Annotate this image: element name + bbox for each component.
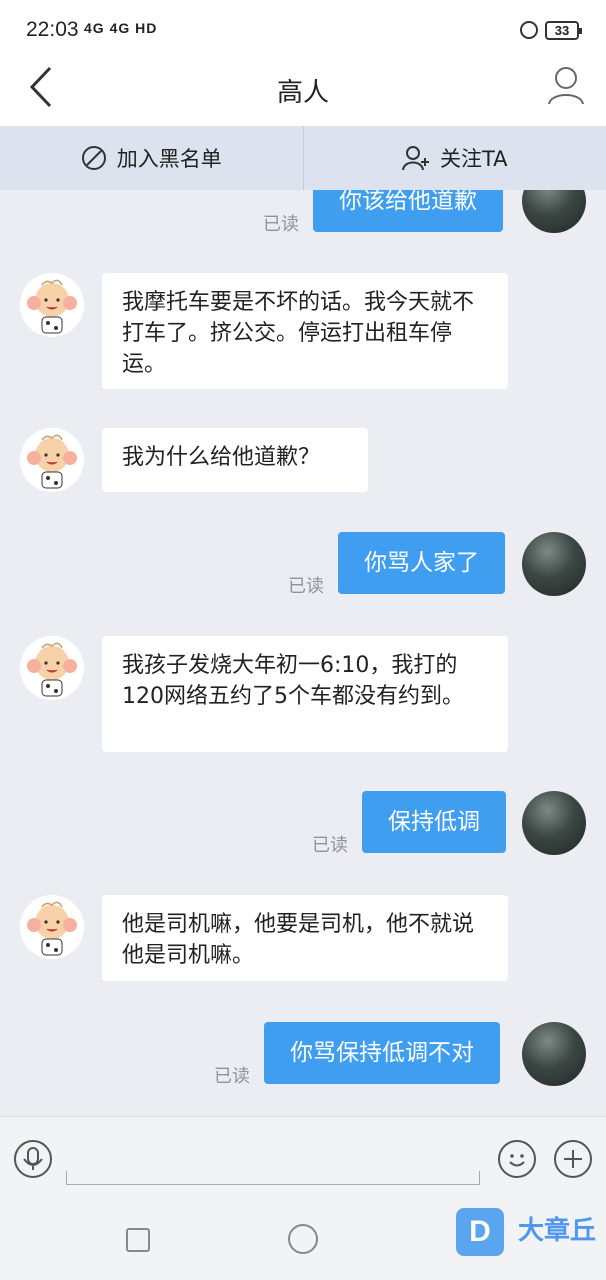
block-label: 加入黑名单	[116, 147, 222, 171]
contact-avatar[interactable]	[20, 895, 84, 959]
emoji-button[interactable]	[498, 1140, 536, 1178]
message-incoming: 我为什么给他道歉？	[0, 428, 606, 492]
follow-label: 关注TA	[439, 147, 508, 171]
message-bubble[interactable]: 保持低调	[362, 791, 506, 853]
block-button[interactable]: 加入黑名单	[0, 126, 303, 190]
add-user-icon	[401, 146, 429, 171]
battery-icon: 33	[545, 21, 582, 40]
network-status: 4G 4G HD	[84, 20, 158, 36]
smiley-icon	[509, 1154, 525, 1167]
input-bar	[0, 1116, 606, 1200]
my-avatar[interactable]	[522, 1022, 586, 1086]
message-input[interactable]	[66, 1171, 480, 1185]
message-outgoing: 已读 你骂人家了	[0, 532, 606, 598]
message-bubble[interactable]: 你骂人家了	[338, 532, 505, 594]
read-status: 已读	[263, 214, 299, 235]
more-button[interactable]	[554, 1140, 592, 1178]
block-icon	[81, 146, 106, 170]
message-outgoing: 已读 你该给他道歉	[0, 190, 606, 236]
follow-button[interactable]: 关注TA	[304, 126, 606, 190]
system-navigation: D 大章丘	[0, 1200, 606, 1280]
message-bubble[interactable]: 我摩托车要是不坏的话。我今天就不打车了。挤公交。停运打出租车停运。	[102, 273, 508, 389]
message-incoming: 我摩托车要是不坏的话。我今天就不打车了。挤公交。停运打出租车停运。	[0, 273, 606, 389]
my-avatar[interactable]	[522, 791, 586, 855]
user-icon	[548, 67, 584, 105]
voice-button[interactable]	[14, 1140, 52, 1178]
message-bubble[interactable]: 他是司机嘛，他要是司机，他不就说他是司机嘛。	[102, 895, 508, 981]
message-bubble[interactable]: 你该给他道歉	[313, 190, 503, 232]
home-button[interactable]	[288, 1224, 318, 1254]
message-incoming: 他是司机嘛，他要是司机，他不就说他是司机嘛。	[0, 895, 606, 981]
message-bubble[interactable]: 你骂保持低调不对	[264, 1022, 500, 1084]
message-incoming: 我孩子发烧大年初一6:10，我打的120网络五约了5个车都没有约到。	[0, 636, 606, 752]
rotation-lock-icon	[520, 21, 538, 39]
page-title: 高人	[276, 78, 329, 108]
cartoon-baby-icon	[27, 434, 77, 489]
profile-button[interactable]	[546, 62, 586, 112]
cartoon-baby-icon	[27, 901, 77, 956]
contact-avatar[interactable]	[20, 273, 84, 337]
message-bubble[interactable]: 我为什么给他道歉？	[102, 428, 368, 492]
read-status: 已读	[312, 835, 348, 856]
chat-area[interactable]: 已读 你该给他道歉 我摩托车要是不坏的话。我今天就不打车了。挤公交。停运打出租车…	[0, 190, 606, 1116]
watermark-text: 大章丘	[518, 1216, 597, 1246]
watermark-logo-icon: D	[456, 1208, 504, 1256]
cartoon-baby-icon	[27, 279, 77, 334]
read-status: 已读	[288, 576, 324, 597]
read-status: 已读	[214, 1066, 250, 1087]
status-time: 22:03	[26, 18, 79, 41]
action-bar: 加入黑名单 关注TA	[0, 126, 606, 190]
contact-avatar[interactable]	[20, 428, 84, 492]
my-avatar[interactable]	[522, 190, 586, 233]
message-outgoing: 已读 保持低调	[0, 791, 606, 857]
chat-header: 高人	[0, 62, 606, 126]
message-bubble[interactable]: 我孩子发烧大年初一6:10，我打的120网络五约了5个车都没有约到。	[102, 636, 508, 752]
cartoon-baby-icon	[27, 642, 77, 697]
contact-avatar[interactable]	[20, 636, 84, 700]
message-outgoing: 已读 你骂保持低调不对	[0, 1022, 606, 1088]
my-avatar[interactable]	[522, 532, 586, 596]
plus-icon	[564, 1150, 582, 1168]
microphone-icon	[23, 1147, 43, 1170]
recents-button[interactable]	[126, 1228, 150, 1252]
status-bar: 22:03 4G 4G HD 33	[0, 0, 606, 62]
